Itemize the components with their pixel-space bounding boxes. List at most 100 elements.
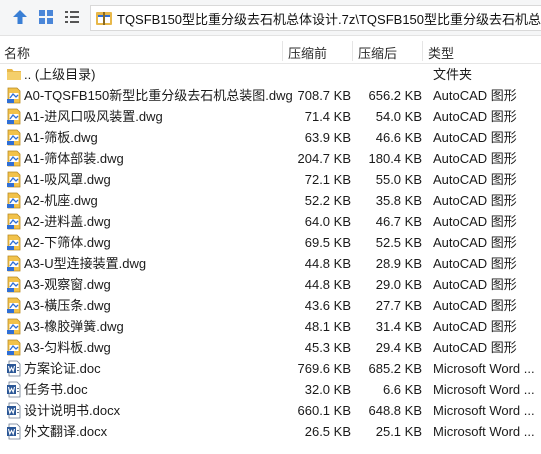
up-level-button[interactable]: [10, 7, 30, 27]
file-row[interactable]: A2-下筛体.dwg 69.5 KB 52.5 KB AutoCAD 图形: [0, 232, 541, 253]
column-header-name[interactable]: 名称: [4, 43, 30, 62]
file-size-before: 48.1 KB: [304, 319, 351, 334]
file-type: AutoCAD 图形: [433, 256, 517, 271]
file-name: A2-进料盖.dwg: [24, 214, 111, 229]
column-divider[interactable]: [422, 41, 423, 61]
file-row[interactable]: 方案论证.doc 769.6 KB 685.2 KB Microsoft Word .…: [0, 358, 541, 379]
file-name: 方案论证.doc: [24, 361, 101, 376]
column-header-type[interactable]: 类型: [428, 43, 454, 62]
column-header-size[interactable]: 压缩后: [358, 43, 397, 62]
file-size-before: 64.0 KB: [304, 214, 351, 229]
list-view-icon: [65, 11, 79, 23]
word-doc-icon: [6, 423, 22, 440]
file-row[interactable]: A3-橫压条.dwg 43.6 KB 27.7 KB AutoCAD 图形: [0, 295, 541, 316]
file-row[interactable]: A1-筛体部装.dwg 204.7 KB 180.4 KB AutoCAD 图形: [0, 148, 541, 169]
file-type: 文件夹: [433, 67, 473, 82]
column-header-packed-size[interactable]: 压缩前: [288, 43, 327, 62]
dwg-file-icon: [6, 234, 22, 251]
file-size-before: 660.1 KB: [297, 403, 352, 418]
file-size-before: 69.5 KB: [304, 235, 351, 250]
file-row[interactable]: A1-进风口吸风装置.dwg 71.4 KB 54.0 KB AutoCAD 图形: [0, 106, 541, 127]
file-type: AutoCAD 图形: [433, 298, 517, 313]
file-size-before: 708.7 KB: [297, 88, 352, 103]
address-bar[interactable]: TQSFB150型比重分级去石机总体设计.7z\TQSFB150型比重分级去石机…: [90, 5, 541, 31]
file-type: AutoCAD 图形: [433, 172, 517, 187]
file-size-after: 25.1 KB: [375, 424, 422, 439]
file-name: A3-橡胶弹簧.dwg: [24, 319, 124, 334]
column-header: 名称 压缩前 压缩后 类型: [0, 37, 541, 64]
word-doc-icon: [6, 360, 22, 377]
file-size-before: 52.2 KB: [304, 193, 351, 208]
file-type: AutoCAD 图形: [433, 319, 517, 334]
grid-view-icon: [39, 10, 53, 24]
file-size-after: 6.6 KB: [382, 382, 422, 397]
file-row[interactable]: 外文翻译.docx 26.5 KB 25.1 KB Microsoft Word ..…: [0, 421, 541, 442]
file-type: AutoCAD 图形: [433, 277, 517, 292]
file-type: AutoCAD 图形: [433, 130, 517, 145]
file-name: A3-U型连接装置.dwg: [24, 256, 147, 271]
file-row[interactable]: A1-筛板.dwg 63.9 KB 46.6 KB AutoCAD 图形: [0, 127, 541, 148]
archive-icon: [96, 12, 112, 25]
file-name: A1-筛体部装.dwg: [24, 151, 124, 166]
word-doc-icon: [6, 381, 22, 398]
file-size-before: 72.1 KB: [304, 172, 351, 187]
file-size-before: 45.3 KB: [304, 340, 351, 355]
file-row[interactable]: A3-匀料板.dwg 45.3 KB 29.4 KB AutoCAD 图形: [0, 337, 541, 358]
file-size-after: 29.4 KB: [375, 340, 422, 355]
file-row[interactable]: 设计说明书.docx 660.1 KB 648.8 KB Microsoft Word…: [0, 400, 541, 421]
dwg-file-icon: [6, 192, 22, 209]
file-name: A2-下筛体.dwg: [24, 235, 111, 250]
file-type: AutoCAD 图形: [433, 109, 517, 124]
arrow-up-icon: [13, 10, 27, 24]
file-size-before: 32.0 KB: [304, 382, 351, 397]
file-size-after: 28.9 KB: [375, 256, 422, 271]
dwg-file-icon: [6, 108, 22, 125]
file-size-after: 180.4 KB: [368, 151, 423, 166]
file-size-after: 54.0 KB: [375, 109, 422, 124]
file-name: 外文翻译.docx: [24, 424, 108, 439]
dwg-file-icon: [6, 297, 22, 314]
column-divider[interactable]: [352, 41, 353, 61]
file-size-before: 43.6 KB: [304, 298, 351, 313]
file-size-after: 46.6 KB: [375, 130, 422, 145]
file-size-after: 52.5 KB: [375, 235, 422, 250]
file-type: AutoCAD 图形: [433, 151, 517, 166]
file-row[interactable]: 任务书.doc 32.0 KB 6.6 KB Microsoft Word ...: [0, 379, 541, 400]
file-name: A1-吸风罩.dwg: [24, 172, 111, 187]
file-size-after: 46.7 KB: [375, 214, 422, 229]
file-type: AutoCAD 图形: [433, 88, 517, 103]
file-name: A1-进风口吸风装置.dwg: [24, 109, 163, 124]
file-size-before: 44.8 KB: [304, 256, 351, 271]
file-size-after: 656.2 KB: [368, 88, 423, 103]
file-size-after: 55.0 KB: [375, 172, 422, 187]
file-size-after: 29.0 KB: [375, 277, 422, 292]
dwg-file-icon: [6, 150, 22, 167]
file-size-after: 31.4 KB: [375, 319, 422, 334]
file-row[interactable]: A3-U型连接装置.dwg 44.8 KB 28.9 KB AutoCAD 图形: [0, 253, 541, 274]
file-size-before: 26.5 KB: [304, 424, 351, 439]
file-size-before: 63.9 KB: [304, 130, 351, 145]
file-row[interactable]: .. (上级目录) 文件夹: [0, 64, 541, 85]
file-row[interactable]: A1-吸风罩.dwg 72.1 KB 55.0 KB AutoCAD 图形: [0, 169, 541, 190]
folder-icon: [6, 66, 22, 83]
file-row[interactable]: A2-机座.dwg 52.2 KB 35.8 KB AutoCAD 图形: [0, 190, 541, 211]
file-name: A2-机座.dwg: [24, 193, 98, 208]
file-size-after: 27.7 KB: [375, 298, 422, 313]
file-row[interactable]: A2-进料盖.dwg 64.0 KB 46.7 KB AutoCAD 图形: [0, 211, 541, 232]
file-size-after: 35.8 KB: [375, 193, 422, 208]
file-type: AutoCAD 图形: [433, 193, 517, 208]
details-view-button[interactable]: [62, 7, 82, 27]
dwg-file-icon: [6, 213, 22, 230]
dwg-file-icon: [6, 318, 22, 335]
toolbar: TQSFB150型比重分级去石机总体设计.7z\TQSFB150型比重分级去石机…: [0, 0, 541, 36]
file-row[interactable]: A3-橡胶弹簧.dwg 48.1 KB 31.4 KB AutoCAD 图形: [0, 316, 541, 337]
column-divider[interactable]: [282, 41, 283, 61]
large-icons-view-button[interactable]: [36, 7, 56, 27]
file-row[interactable]: A3-观察窗.dwg 44.8 KB 29.0 KB AutoCAD 图形: [0, 274, 541, 295]
file-type: Microsoft Word ...: [433, 382, 535, 397]
file-type: Microsoft Word ...: [433, 361, 535, 376]
file-row[interactable]: A0-TQSFB150新型比重分级去石机总装图.dwg 708.7 KB 656.2…: [0, 85, 541, 106]
file-name: A3-匀料板.dwg: [24, 340, 111, 355]
file-size-before: 769.6 KB: [297, 361, 352, 376]
dwg-file-icon: [6, 129, 22, 146]
